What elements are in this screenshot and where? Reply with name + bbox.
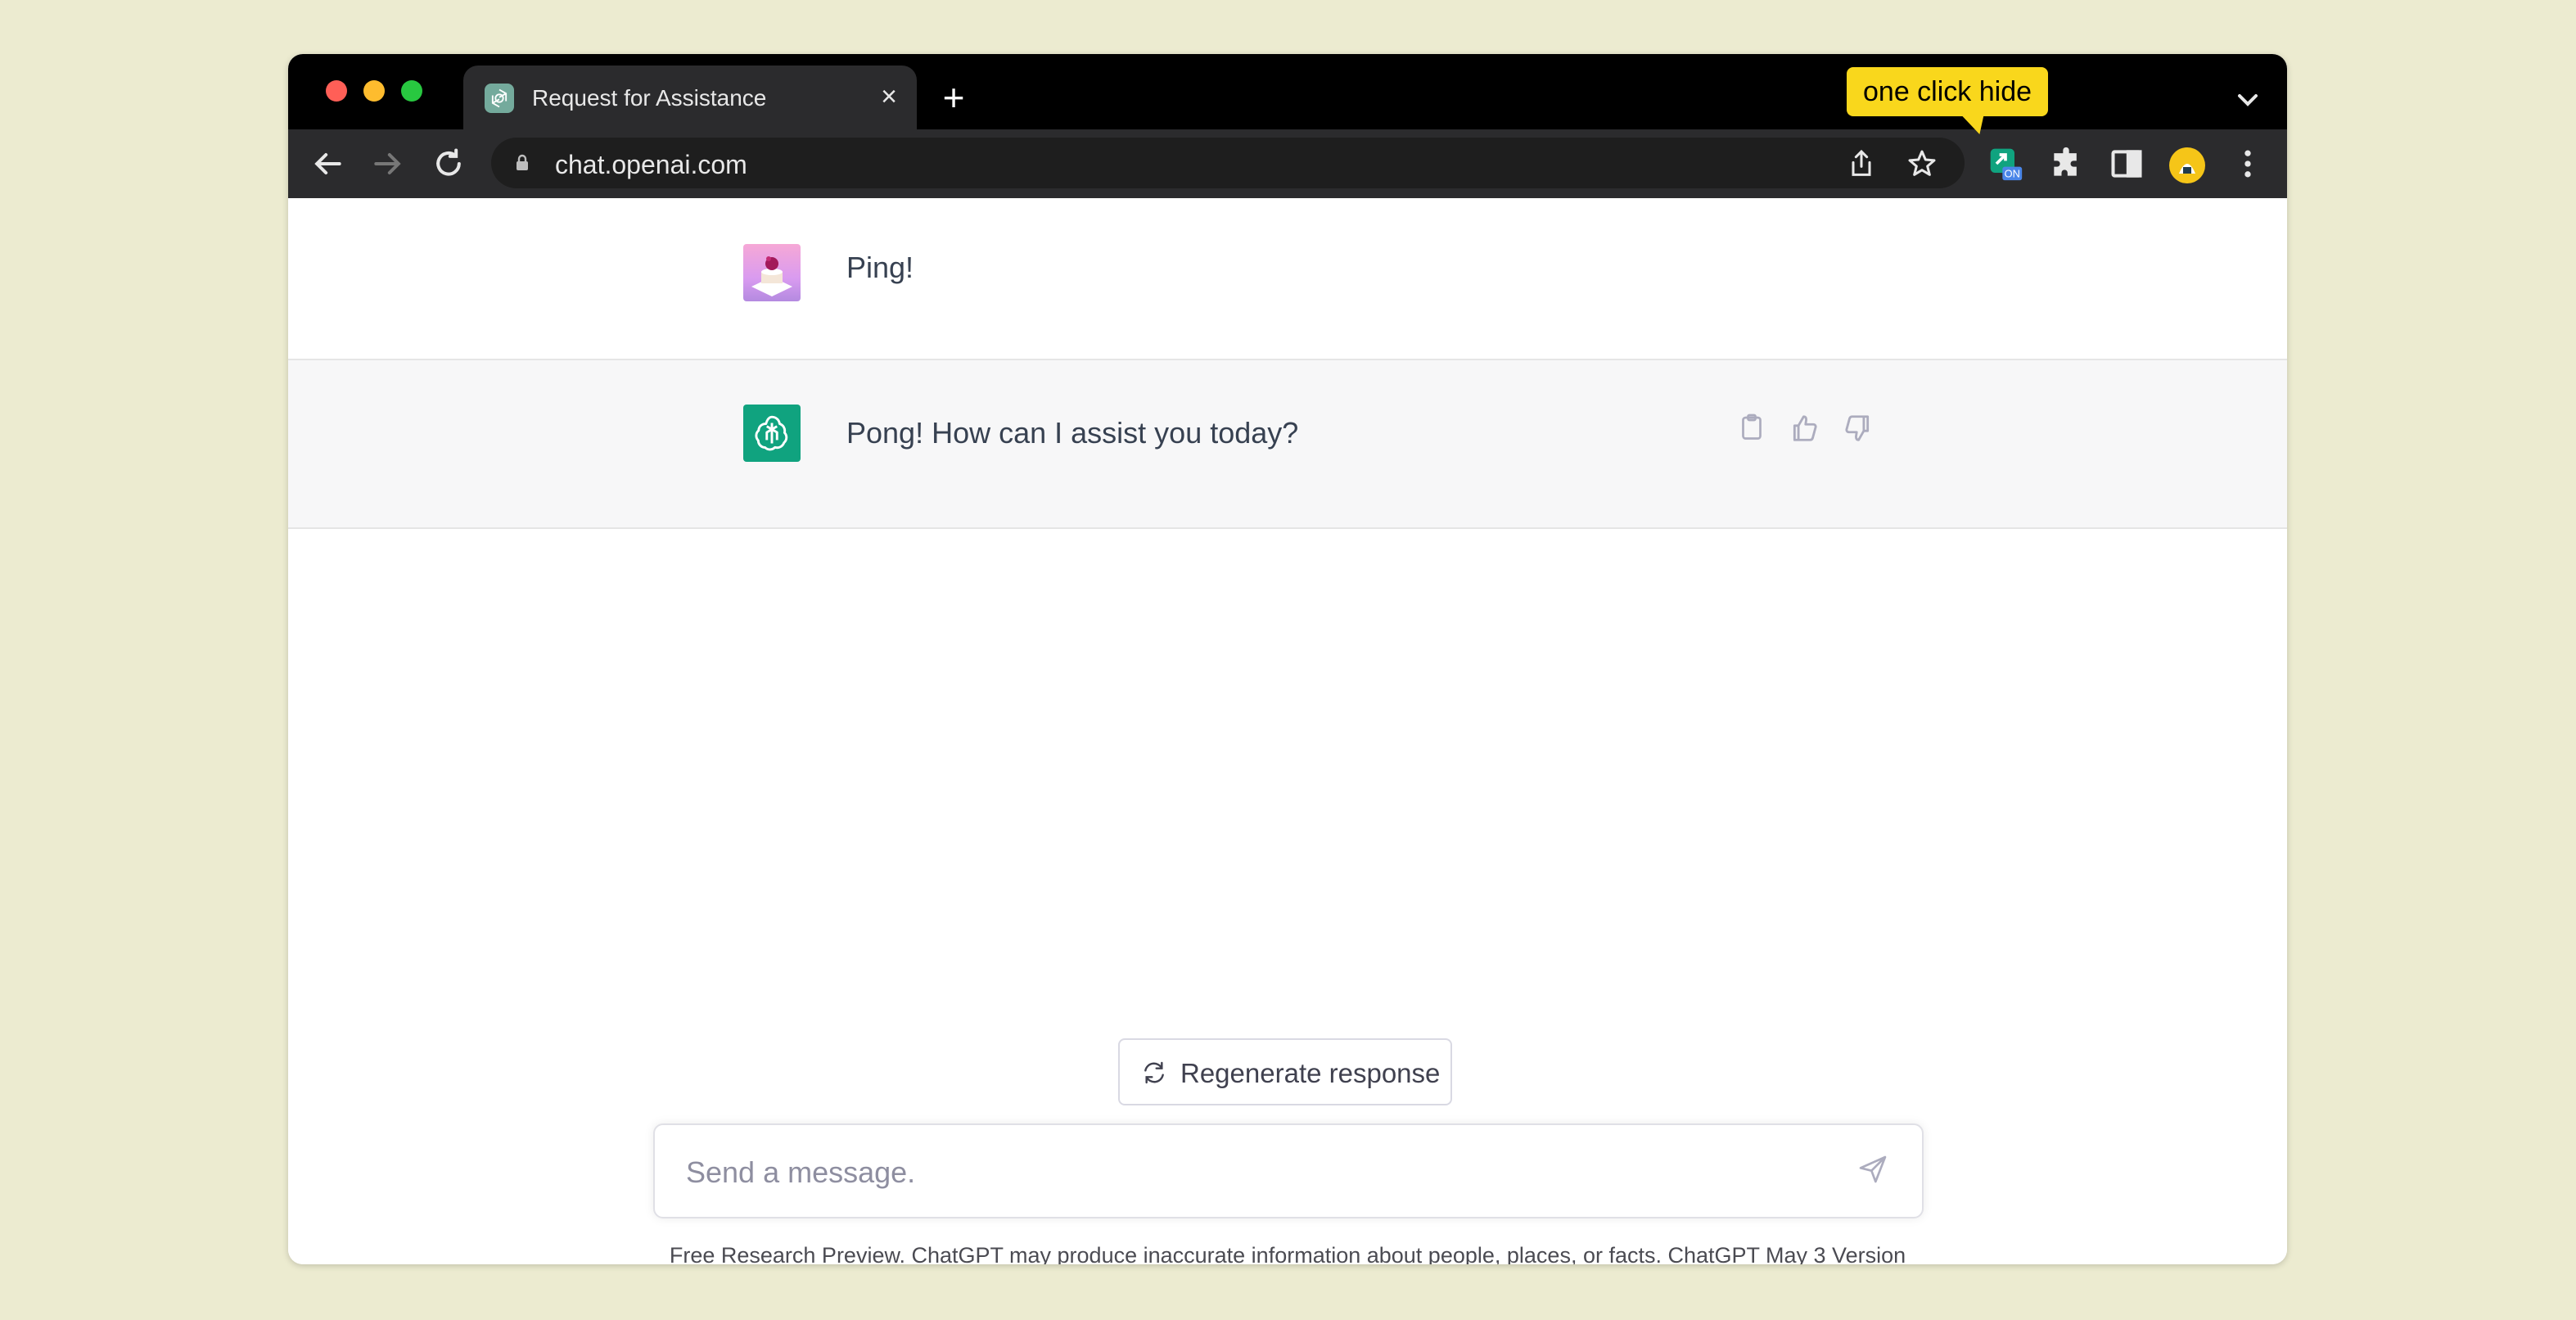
browser-tab[interactable]: Request for Assistance × [463,66,917,129]
side-panel-icon[interactable] [2109,146,2145,182]
user-message-text: Ping! [846,251,914,284]
tab-close-icon[interactable]: × [873,80,905,113]
chat-content: Ping! Pong! How can I assist you today? [288,198,2287,1264]
message-composer [653,1123,1924,1218]
bookmark-star-icon[interactable] [1906,147,1938,180]
refresh-icon [1141,1060,1167,1086]
one-click-hide-extension-icon[interactable]: ON [1987,146,2023,182]
address-bar[interactable]: chat.openai.com [491,138,1965,188]
copy-clipboard-icon[interactable] [1737,413,1770,445]
version-link[interactable]: ChatGPT May 3 Version [1667,1243,1906,1264]
tab-search-chevron-icon[interactable] [2231,84,2264,116]
share-icon[interactable] [1845,147,1878,180]
browser-window: Request for Assistance × + chat.openai.c… [288,54,2287,1264]
profile-avatar[interactable] [2168,146,2205,183]
chatgpt-logo-icon [743,405,801,462]
new-tab-button[interactable]: + [935,79,972,116]
browser-toolbar: chat.openai.com ON [288,129,2287,198]
message-input[interactable] [684,1148,1834,1197]
extension-tooltip: one click hide [1847,67,2049,116]
regenerate-response-label: Regenerate response [1180,1058,1441,1088]
back-arrow-icon[interactable] [309,146,345,182]
assistant-message-text: Pong! How can I assist you today? [846,416,1299,450]
send-message-icon[interactable] [1856,1153,1893,1189]
thumbs-up-icon[interactable] [1789,413,1822,445]
assistant-message-row: Pong! How can I assist you today? [288,360,2287,529]
chatgpt-favicon-icon [485,84,514,113]
lock-icon[interactable] [512,153,532,173]
disclaimer-text: Free Research Preview. ChatGPT may produ… [669,1243,1668,1264]
close-window-button[interactable] [326,80,347,102]
forward-arrow-icon[interactable] [370,146,406,182]
minimize-window-button[interactable] [363,80,385,102]
extension-on-badge: ON [2005,168,2020,180]
user-avatar [743,244,801,301]
url-text[interactable]: chat.openai.com [555,150,747,180]
thumbs-down-icon[interactable] [1842,413,1874,445]
maximize-window-button[interactable] [401,80,422,102]
tab-title: Request for Assistance [532,85,767,111]
reload-icon[interactable] [431,146,467,182]
regenerate-response-button[interactable]: Regenerate response [1118,1038,1452,1105]
browser-menu-kebab-icon[interactable] [2230,146,2266,182]
extensions-puzzle-icon[interactable] [2048,146,2084,182]
disclaimer: Free Research Preview. ChatGPT may produ… [288,1243,2287,1264]
user-message-row: Ping! [288,198,2287,360]
